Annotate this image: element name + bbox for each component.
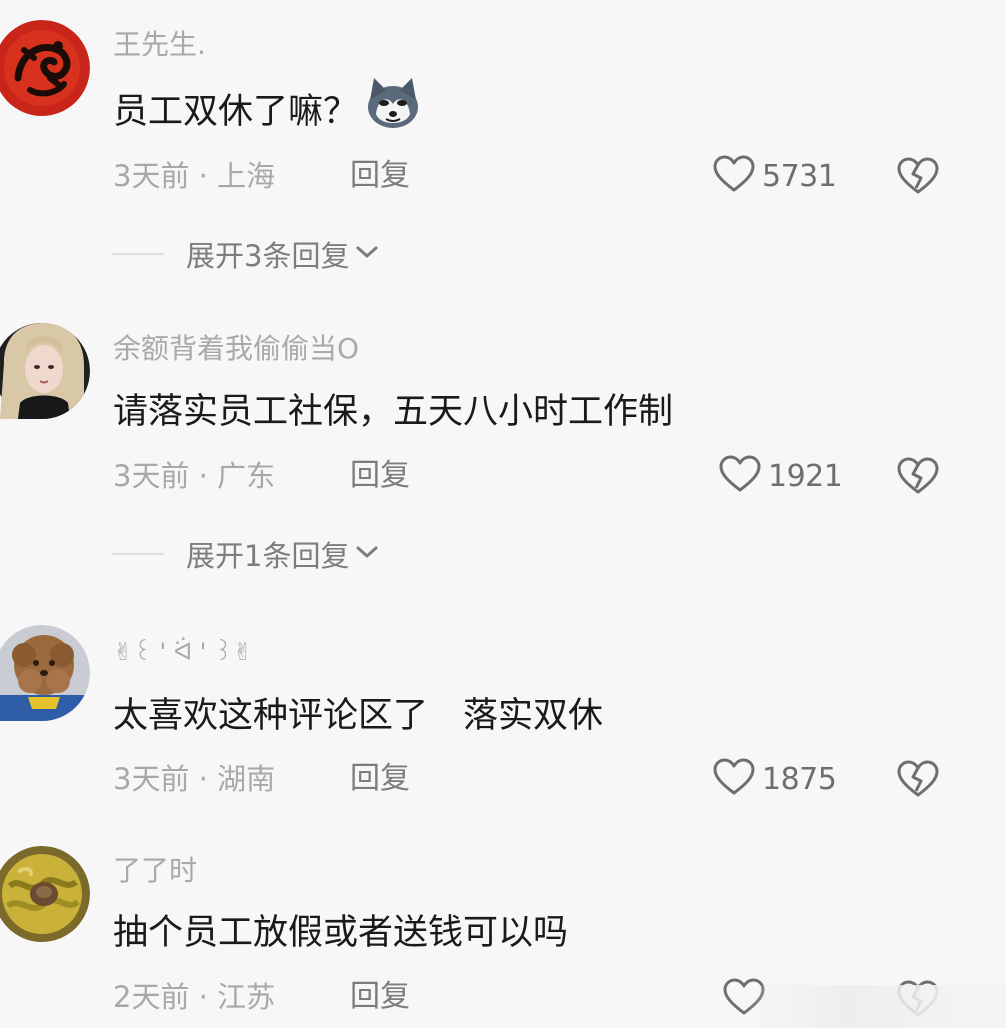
expand-replies-label: 展开1条回复: [186, 539, 350, 573]
like-count: 1921: [768, 458, 843, 494]
heart-outline-icon: [718, 454, 762, 498]
comment-username[interactable]: 了了时: [113, 853, 197, 889]
reply-button[interactable]: 回复: [350, 456, 410, 496]
reply-button[interactable]: 回复: [350, 977, 410, 1017]
comment-meta: 3天前 · 湖南: [113, 759, 275, 799]
comment-time: 3天前: [113, 159, 190, 193]
comment-content: 太喜欢这种评论区了 落实双休: [113, 696, 604, 736]
avatar[interactable]: [0, 625, 90, 721]
divider: [112, 553, 164, 555]
comment-meta: 2天前 · 江苏: [113, 977, 275, 1017]
dislike-button[interactable]: [896, 456, 940, 496]
bottom-blur-overlay: [740, 985, 1006, 1028]
comment-location: 江苏: [217, 980, 276, 1014]
comment-content: 员工双休了嘛？: [113, 92, 359, 132]
like-button[interactable]: 5731: [712, 154, 837, 198]
like-count: 5731: [762, 158, 837, 194]
comment-time: 2天前: [113, 980, 190, 1014]
divider: [112, 253, 164, 255]
comment-username[interactable]: 王先生.: [113, 27, 206, 63]
heart-outline-icon: [712, 154, 756, 198]
avatar[interactable]: [0, 846, 90, 942]
husky-emoji-icon: [364, 74, 422, 144]
comment-meta: 3天前 · 上海: [113, 156, 275, 196]
broken-heart-icon: [896, 457, 940, 500]
expand-replies-button[interactable]: 展开3条回复: [112, 234, 379, 274]
like-count: 1875: [762, 761, 837, 797]
comment-meta: 3天前 · 广东: [113, 456, 275, 496]
comment-text: 员工双休了嘛？: [113, 78, 422, 144]
comment-location: 湖南: [217, 762, 276, 796]
comment-time: 3天前: [113, 762, 190, 796]
dislike-button[interactable]: [896, 156, 940, 196]
comment-content: 请落实员工社保，五天八小时工作制: [113, 392, 674, 432]
reply-button[interactable]: 回复: [350, 156, 410, 196]
expand-replies-label: 展开3条回复: [186, 239, 350, 273]
reply-button[interactable]: 回复: [350, 759, 410, 799]
heart-outline-icon: [712, 757, 756, 801]
comment-content: 抽个员工放假或者送钱可以吗: [113, 913, 569, 953]
broken-heart-icon: [896, 157, 940, 200]
chevron-down-icon: [355, 544, 379, 564]
avatar[interactable]: [0, 323, 90, 419]
avatar[interactable]: [0, 20, 90, 116]
chevron-down-icon: [355, 244, 379, 264]
expand-replies-button[interactable]: 展开1条回复: [112, 534, 379, 574]
meta-separator: ·: [189, 762, 218, 796]
meta-separator: ·: [189, 159, 218, 193]
comment-location: 广东: [217, 459, 276, 493]
broken-heart-icon: [896, 760, 940, 803]
meta-separator: ·: [189, 980, 218, 1014]
like-button[interactable]: 1875: [712, 757, 837, 801]
like-button[interactable]: 1921: [718, 454, 843, 498]
meta-separator: ·: [189, 459, 218, 493]
comment-username[interactable]: 余额背着我偷偷当O: [113, 331, 359, 367]
comment-time: 3天前: [113, 459, 190, 493]
comment-location: 上海: [217, 159, 276, 193]
comment-username[interactable]: ✌︎꒰ ' ᐛ ' ꒱✌︎: [113, 634, 253, 670]
dislike-button[interactable]: [896, 759, 940, 799]
